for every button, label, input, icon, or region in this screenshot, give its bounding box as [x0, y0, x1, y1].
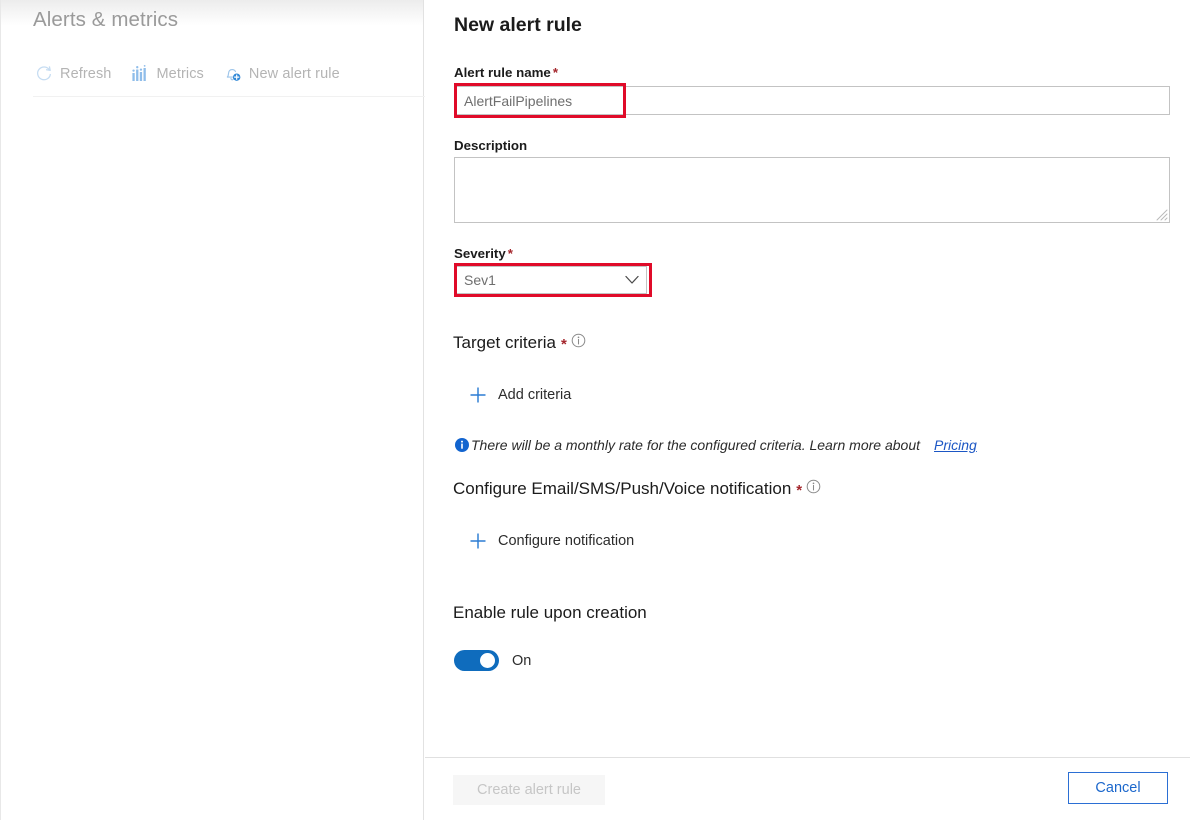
new-alert-rule-pane: New alert rule Alert rule name* Descript…: [425, 0, 1190, 820]
add-criteria-label: Add criteria: [498, 387, 572, 403]
severity-selected-value: Sev1: [464, 272, 496, 288]
enable-rule-toggle[interactable]: [454, 650, 499, 671]
create-alert-rule-button[interactable]: Create alert rule: [453, 775, 605, 805]
alert-rule-name-input[interactable]: [454, 86, 1170, 115]
metrics-button[interactable]: Metrics: [129, 62, 213, 86]
plus-icon: [469, 386, 487, 404]
page-title: New alert rule: [454, 14, 582, 36]
chevron-down-icon: [618, 275, 646, 285]
pane-footer: Create alert rule Cancel: [425, 757, 1190, 820]
description-input[interactable]: [454, 157, 1170, 223]
add-criteria-button[interactable]: Add criteria: [469, 386, 571, 404]
severity-label: Severity *: [454, 246, 513, 261]
plus-icon: [469, 532, 487, 550]
new-alert-rule-button[interactable]: New alert rule: [222, 62, 350, 86]
configure-notification-button[interactable]: Configure notification: [469, 532, 634, 550]
toolbar-divider: [33, 96, 425, 97]
alert-rule-name-label: Alert rule name *: [454, 65, 558, 80]
target-criteria-heading: Target criteria *: [453, 333, 586, 353]
info-circle-icon[interactable]: [806, 479, 821, 494]
required-asterisk: *: [507, 246, 513, 261]
new-alert-rule-form: New alert rule Alert rule name* Descript…: [425, 0, 1190, 757]
blade-title: Alerts & metrics: [33, 8, 179, 31]
toggle-knob: [480, 653, 495, 668]
blade-command-bar: Refresh Metrics New alert rule: [33, 62, 358, 86]
refresh-label: Refresh: [60, 66, 112, 82]
required-asterisk: *: [560, 335, 567, 353]
configure-notification-label: Configure notification: [498, 533, 635, 549]
pricing-note-text: There will be a monthly rate for the con…: [471, 437, 921, 453]
pricing-link[interactable]: Pricing: [934, 437, 977, 453]
info-filled-icon: [454, 437, 470, 453]
enable-rule-heading: Enable rule upon creation: [453, 603, 647, 622]
bell-add-icon: [224, 65, 242, 83]
alerts-metrics-blade: Alerts & metrics Refresh Metrics New ale…: [0, 0, 425, 820]
pricing-note: There will be a monthly rate for the con…: [454, 437, 977, 453]
required-asterisk: *: [552, 65, 558, 80]
bar-chart-icon: [131, 65, 149, 83]
description-label: Description: [454, 138, 528, 153]
enable-rule-toggle-row: On: [454, 650, 531, 671]
new-alert-rule-label: New alert rule: [248, 66, 340, 82]
app-screenshot: Alerts & metrics Refresh Metrics New ale…: [0, 0, 1190, 820]
refresh-button[interactable]: Refresh: [33, 62, 121, 86]
refresh-icon: [35, 65, 53, 83]
severity-select[interactable]: Sev1: [454, 266, 647, 294]
required-asterisk: *: [796, 481, 803, 499]
metrics-label: Metrics: [156, 66, 204, 82]
cancel-button[interactable]: Cancel: [1068, 772, 1168, 804]
toggle-state-label: On: [512, 652, 532, 669]
info-circle-icon[interactable]: [571, 333, 586, 348]
configure-notification-heading: Configure Email/SMS/Push/Voice notificat…: [453, 479, 821, 499]
